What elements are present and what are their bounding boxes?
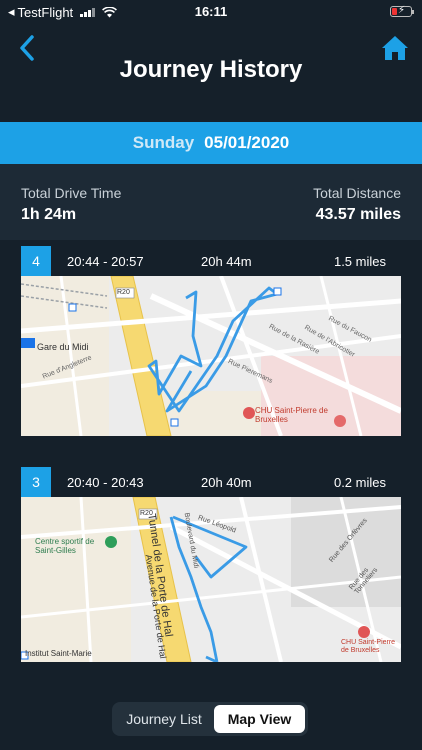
- total-distance-value: 43.57 miles: [315, 206, 401, 223]
- journey-header: 3 20:40 - 20:43 20h 40m 0.2 miles: [21, 467, 401, 497]
- total-drive-time-value: 1h 24m: [21, 206, 77, 223]
- journey-number-badge: 4: [21, 246, 51, 276]
- status-bar: ◂ TestFlight 16:11 ⚡: [0, 0, 422, 24]
- journey-list-button[interactable]: Journey List: [116, 705, 212, 733]
- date-day: Sunday: [132, 133, 195, 152]
- journey-map[interactable]: Gare du Midi R20 CHU Saint-Pierre de Bru…: [21, 276, 401, 436]
- map-label-station: Gare du Midi: [37, 342, 89, 352]
- map-canvas: [21, 276, 401, 436]
- journey-time-range: 20:40 - 20:43: [67, 475, 144, 490]
- journey-number-badge: 3: [21, 467, 51, 497]
- map-label-hospital: CHU Saint-Pierre de Bruxelles: [255, 406, 328, 424]
- journey-distance: 1.5 miles: [333, 254, 386, 269]
- journey-card[interactable]: 3 20:40 - 20:43 20h 40m 0.2 miles Centre…: [21, 467, 401, 662]
- page-title: Journey History: [119, 56, 303, 83]
- view-toggle: Journey List Map View: [112, 702, 308, 736]
- journey-clock: 20h 44m: [201, 254, 252, 269]
- date-bar: Sunday 05/01/2020: [0, 122, 422, 164]
- header: Journey History: [0, 24, 422, 122]
- status-time: 16:11: [194, 4, 228, 19]
- journey-card[interactable]: 4 20:44 - 20:57 20h 44m 1.5 miles Gare d…: [21, 246, 401, 436]
- date-value: 05/01/2020: [204, 133, 290, 152]
- total-drive-time-label: Total Drive Time: [21, 185, 122, 201]
- map-label-institute: Institut Saint-Marie: [25, 649, 92, 658]
- journey-header: 4 20:44 - 20:57 20h 44m 1.5 miles: [21, 246, 401, 276]
- journey-clock: 20h 40m: [201, 475, 252, 490]
- home-icon[interactable]: [380, 34, 410, 62]
- journey-distance: 0.2 miles: [333, 475, 386, 490]
- map-label-hospital: CHU Saint-Pierre de Bruxelles: [341, 639, 396, 654]
- journey-time-range: 20:44 - 20:57: [67, 254, 144, 269]
- journey-map[interactable]: Centre sportif de Saint-Gilles R20 Tunne…: [21, 497, 401, 662]
- summary-panel: Total Drive Time 1h 24m Total Distance 4…: [0, 164, 422, 240]
- map-label-road: R20: [117, 289, 130, 296]
- total-distance-label: Total Distance: [313, 185, 401, 201]
- map-view-button[interactable]: Map View: [214, 705, 305, 733]
- map-label-sport: Centre sportif de Saint-Gilles: [35, 537, 95, 555]
- battery-icon: ⚡: [390, 5, 414, 17]
